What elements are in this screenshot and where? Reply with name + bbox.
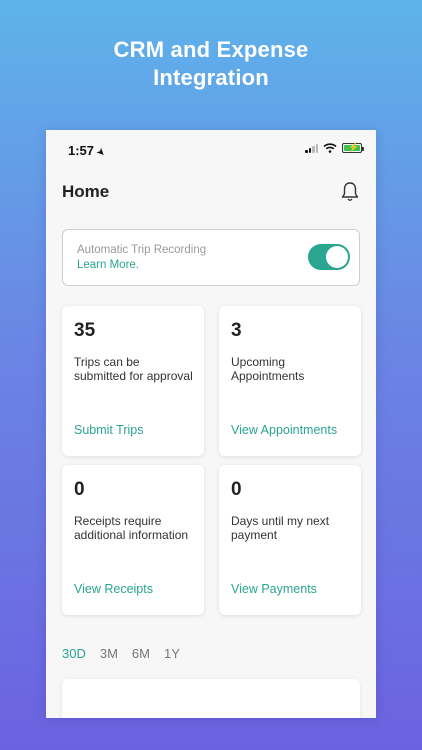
range-tab-30d[interactable]: 30D — [62, 646, 86, 661]
range-tab-1y[interactable]: 1Y — [164, 646, 180, 661]
battery-icon: ⚡ — [342, 142, 364, 153]
view-appointments-link[interactable]: View Appointments — [231, 423, 337, 437]
status-time: 1:57 — [68, 143, 95, 158]
appointments-card: 3 Upcoming Appointments View Appointment… — [219, 306, 361, 456]
headline-line-2: Integration — [153, 65, 269, 90]
summary-chart-card — [62, 679, 360, 718]
range-tab-6m[interactable]: 6M — [132, 646, 150, 661]
receipts-description: Receipts require additional information — [74, 514, 189, 542]
trip-recording-toggle[interactable] — [308, 244, 350, 270]
payments-description: Days until my next payment — [231, 514, 330, 542]
headline-line-1: CRM and Expense — [113, 37, 309, 62]
marketing-headline: CRM and Expense Integration — [0, 36, 422, 92]
wifi-icon — [323, 143, 337, 153]
trips-description: Trips can be submitted for approval — [74, 355, 193, 383]
receipts-card: 0 Receipts require additional informatio… — [62, 465, 204, 615]
charging-bolt-icon: ⚡ — [348, 142, 360, 152]
trips-count: 35 — [74, 320, 96, 341]
cellular-signal-icon — [305, 143, 318, 153]
status-time-wrapper: 1:57➤ — [68, 143, 108, 159]
appointments-count: 3 — [231, 320, 242, 341]
bell-icon[interactable] — [340, 181, 360, 203]
trips-card: 35 Trips can be submitted for approval S… — [62, 306, 204, 456]
toggle-knob — [326, 246, 348, 268]
payments-card: 0 Days until my next payment View Paymen… — [219, 465, 361, 615]
status-icons: ⚡ — [305, 142, 364, 153]
page-title: Home — [62, 182, 110, 201]
appointments-description: Upcoming Appointments — [231, 355, 305, 383]
phone-screen: 1:57➤ ⚡ Home Automatic Trip Recording Le… — [46, 130, 376, 718]
time-range-tabs: 30D 3M 6M 1Y — [62, 646, 180, 661]
trip-recording-label: Automatic Trip Recording — [77, 244, 207, 256]
receipts-count: 0 — [74, 479, 85, 500]
status-bar: 1:57➤ ⚡ — [46, 130, 376, 170]
trip-recording-card: Automatic Trip Recording Learn More. — [62, 229, 360, 286]
payment-days-count: 0 — [231, 479, 242, 500]
range-tab-3m[interactable]: 3M — [100, 646, 118, 661]
view-receipts-link[interactable]: View Receipts — [74, 582, 153, 596]
submit-trips-link[interactable]: Submit Trips — [74, 423, 143, 437]
view-payments-link[interactable]: View Payments — [231, 582, 317, 596]
learn-more-link[interactable]: Learn More. — [77, 259, 139, 271]
location-arrow-icon: ➤ — [94, 145, 108, 159]
